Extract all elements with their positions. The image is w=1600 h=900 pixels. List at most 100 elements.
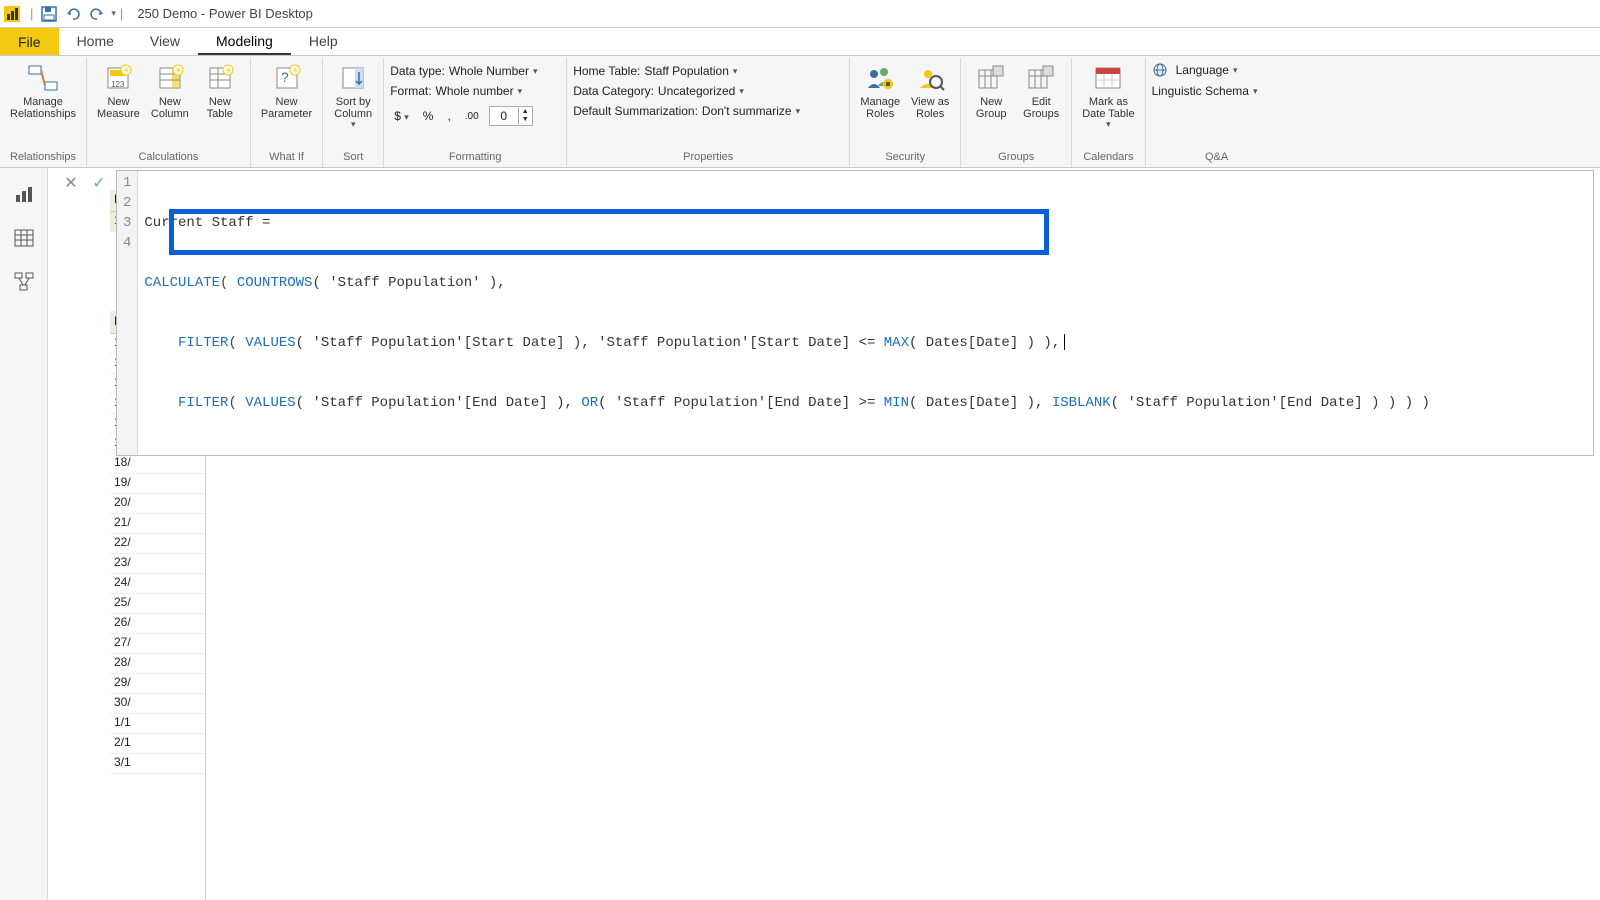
new-table-button[interactable]: ✳ New Table: [196, 60, 244, 122]
svg-text:✳: ✳: [292, 66, 299, 75]
sort-icon: [337, 62, 369, 94]
line-gutter: 1234: [117, 171, 138, 455]
tab-home[interactable]: Home: [59, 28, 132, 55]
chevron-down-icon: ▾: [739, 86, 744, 97]
svg-text:123: 123: [111, 80, 125, 89]
spin-up-icon[interactable]: ▲: [519, 108, 532, 116]
group-qa: Language ▾ Linguistic Schema ▾ Q&A: [1146, 58, 1288, 167]
app-logo-icon: [4, 6, 20, 22]
group-formatting: Data type: Whole Number ▾ Format: Whole …: [384, 58, 567, 167]
group-properties: Home Table: Staff Population ▾ Data Cate…: [567, 58, 850, 167]
summarization-dropdown[interactable]: Default Summarization: Don't summarize ▾: [573, 104, 843, 118]
new-group-button[interactable]: New Group: [967, 60, 1015, 122]
commit-formula-button[interactable]: ✓: [88, 172, 110, 194]
main-area: Date 1/06/ Da 12/13/14/15/16/17/18/19/20…: [0, 168, 1600, 900]
svg-text:✳: ✳: [123, 66, 130, 75]
sort-by-column-button[interactable]: Sort by Column ▾: [329, 60, 377, 132]
percent-button[interactable]: %: [419, 109, 438, 123]
svg-text:?: ?: [281, 69, 289, 85]
data-view-button[interactable]: [6, 220, 42, 256]
data-cell[interactable]: 26/: [110, 614, 205, 634]
separator: |: [30, 6, 33, 21]
home-table-dropdown[interactable]: Home Table: Staff Population ▾: [573, 64, 843, 78]
view-switcher: [0, 168, 48, 900]
group-sort: Sort by Column ▾ Sort: [323, 58, 384, 167]
manage-roles-button[interactable]: Manage Roles: [856, 60, 904, 122]
data-cell[interactable]: 27/: [110, 634, 205, 654]
decimal-places-stepper[interactable]: 0 ▲▼: [489, 106, 533, 126]
data-category-dropdown[interactable]: Data Category: Uncategorized ▾: [573, 84, 843, 98]
ribbon-tabs: File Home View Modeling Help: [0, 28, 1600, 56]
window-title: 250 Demo - Power BI Desktop: [137, 6, 313, 21]
chevron-down-icon: ▾: [796, 106, 801, 117]
edit-groups-icon: [1025, 62, 1057, 94]
data-cell[interactable]: 2/1: [110, 734, 205, 754]
ribbon: Manage Relationships Relationships 123✳ …: [0, 56, 1600, 168]
chevron-down-icon: ▾: [733, 66, 738, 77]
group-security: Manage Roles View as Roles Security: [850, 58, 961, 167]
parameter-icon: ?✳: [271, 62, 303, 94]
save-icon[interactable]: [39, 4, 59, 24]
cancel-formula-button[interactable]: ✕: [60, 172, 82, 194]
separator: |: [120, 6, 123, 21]
formula-bar: ✕ ✓ 1234 Current Staff = CALCULATE( COUN…: [54, 170, 1594, 456]
new-parameter-button[interactable]: ?✳ New Parameter: [257, 60, 316, 122]
datatype-dropdown[interactable]: Data type: Whole Number ▾: [390, 64, 560, 78]
chevron-down-icon: ▾: [1253, 86, 1258, 97]
column-icon: ✳: [154, 62, 186, 94]
tab-file[interactable]: File: [0, 28, 59, 55]
code-content[interactable]: Current Staff = CALCULATE( COUNTROWS( 'S…: [138, 171, 1593, 455]
data-cell[interactable]: 24/: [110, 574, 205, 594]
data-cell[interactable]: 29/: [110, 674, 205, 694]
new-measure-button[interactable]: 123✳ New Measure: [93, 60, 144, 122]
new-column-button[interactable]: ✳ New Column: [146, 60, 194, 122]
model-view-button[interactable]: [6, 264, 42, 300]
group-calendars: Mark as Date Table ▾ Calendars: [1072, 58, 1145, 167]
tab-view[interactable]: View: [132, 28, 198, 55]
thousands-button[interactable]: ,: [443, 109, 454, 123]
format-dropdown[interactable]: Format: Whole number ▾: [390, 84, 560, 98]
chevron-down-icon: ▾: [1106, 120, 1111, 130]
linguistic-schema-dropdown[interactable]: Linguistic Schema ▾: [1152, 84, 1282, 98]
data-cell[interactable]: 1/1: [110, 714, 205, 734]
data-cell[interactable]: 18/: [110, 454, 205, 474]
chevron-down-icon: ▾: [351, 120, 356, 130]
manage-relationships-button[interactable]: Manage Relationships: [6, 60, 80, 122]
chevron-down-icon: ▾: [533, 66, 538, 77]
decimals-icon: .00: [461, 111, 483, 122]
dax-editor[interactable]: 1234 Current Staff = CALCULATE( COUNTROW…: [116, 170, 1594, 456]
table-icon: ✳: [204, 62, 236, 94]
group-calculations: 123✳ New Measure ✳ New Column ✳ New Tabl…: [87, 58, 251, 167]
data-cell[interactable]: 3/1: [110, 754, 205, 774]
undo-icon[interactable]: [63, 4, 83, 24]
data-cell[interactable]: 19/: [110, 474, 205, 494]
group-whatif: ?✳ New Parameter What If: [251, 58, 323, 167]
data-cell[interactable]: 20/: [110, 494, 205, 514]
data-cell[interactable]: 22/: [110, 534, 205, 554]
new-group-icon: [975, 62, 1007, 94]
report-view-button[interactable]: [6, 176, 42, 212]
content-area: Date 1/06/ Da 12/13/14/15/16/17/18/19/20…: [48, 168, 1600, 900]
mark-date-table-button[interactable]: Mark as Date Table ▾: [1078, 60, 1138, 132]
svg-text:✳: ✳: [175, 66, 182, 75]
edit-groups-button[interactable]: Edit Groups: [1017, 60, 1065, 122]
qat-dropdown-icon[interactable]: ▾: [111, 8, 116, 19]
group-groups: New Group Edit Groups Groups: [961, 58, 1072, 167]
view-as-roles-button[interactable]: View as Roles: [906, 60, 954, 122]
data-cell[interactable]: 21/: [110, 514, 205, 534]
data-cell[interactable]: 30/: [110, 694, 205, 714]
language-dropdown[interactable]: Language ▾: [1152, 62, 1282, 78]
svg-text:✳: ✳: [225, 66, 232, 75]
redo-icon[interactable]: [87, 4, 107, 24]
data-cell[interactable]: 23/: [110, 554, 205, 574]
relationships-icon: [27, 62, 59, 94]
data-cell[interactable]: 25/: [110, 594, 205, 614]
spin-down-icon[interactable]: ▼: [519, 116, 532, 124]
view-roles-icon: [914, 62, 946, 94]
measure-icon: 123 ✳: [102, 62, 134, 94]
tab-modeling[interactable]: Modeling: [198, 28, 291, 55]
currency-button[interactable]: $ ▾: [390, 109, 413, 123]
tab-help[interactable]: Help: [291, 28, 356, 55]
data-cell[interactable]: 28/: [110, 654, 205, 674]
chevron-down-icon: ▾: [1233, 65, 1238, 76]
